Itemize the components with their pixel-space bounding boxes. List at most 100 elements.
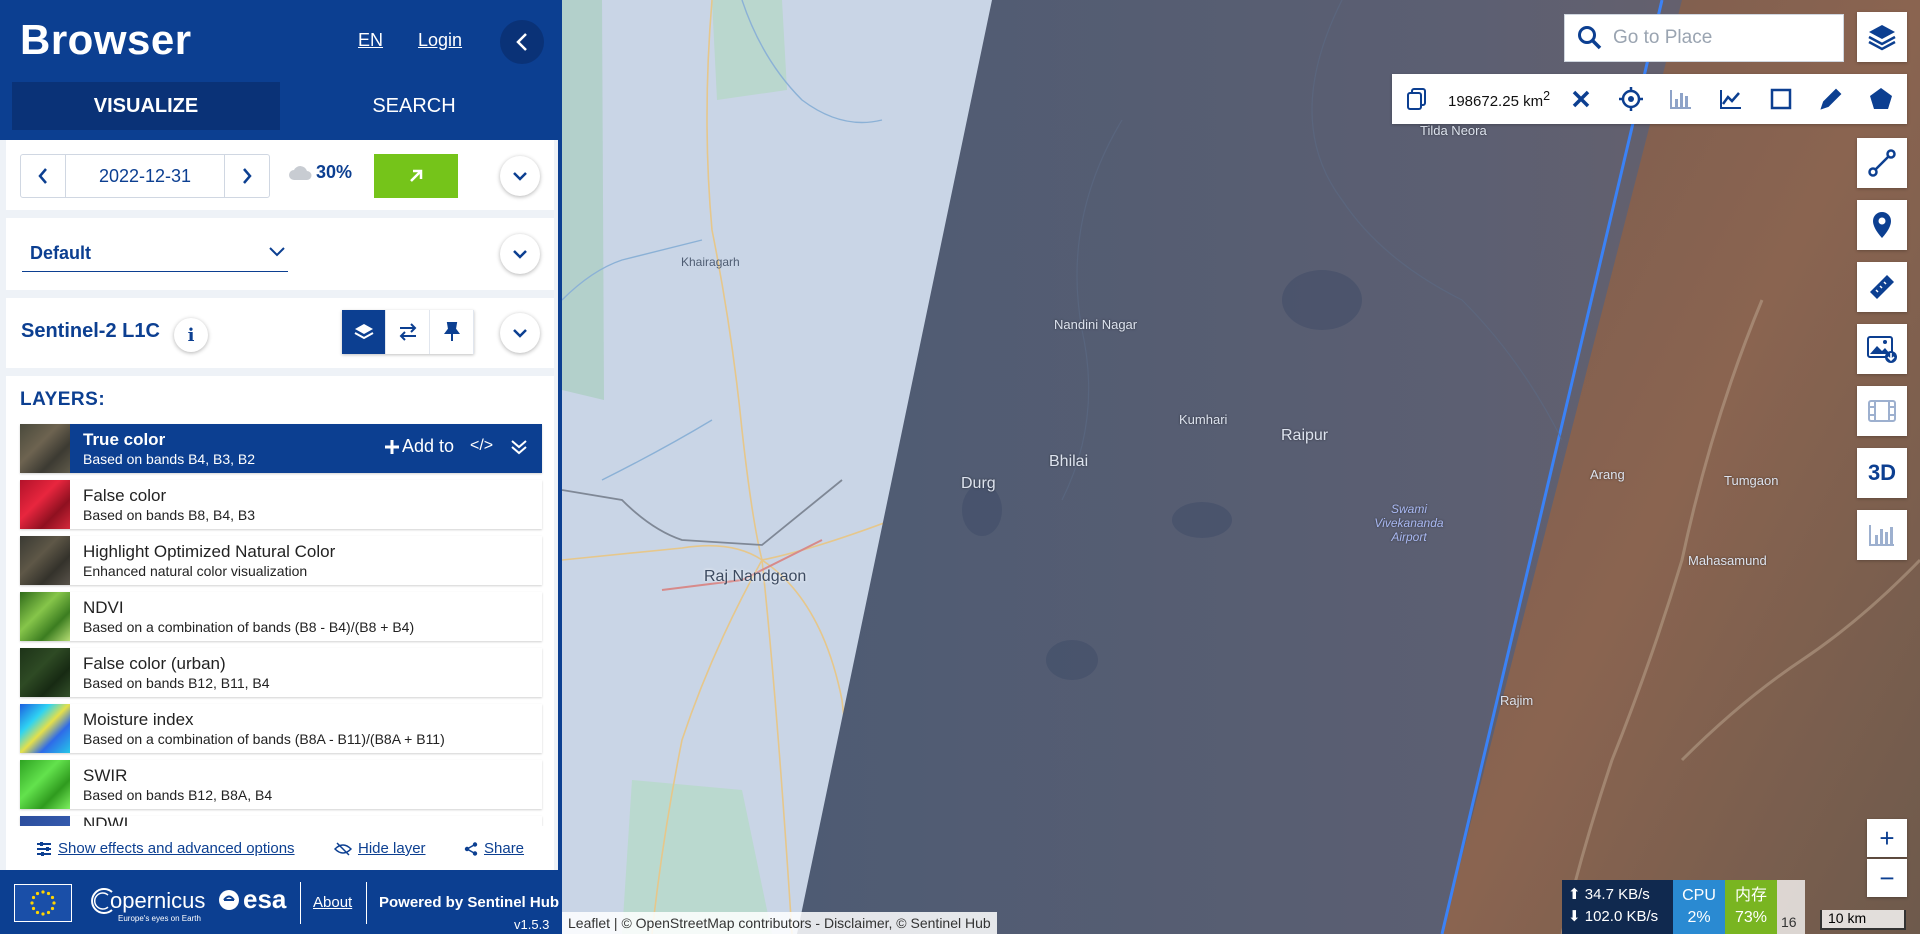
copernicus-logo: opernicus Europe's eyes on Earth <box>88 884 205 924</box>
eye-slash-icon <box>334 841 352 856</box>
info-button[interactable]: i <box>174 318 208 352</box>
go-to-place-input[interactable]: Go to Place <box>1564 14 1844 62</box>
layer-item[interactable]: SWIR Based on bands B12, B8A, B4 <box>20 760 542 809</box>
chevron-down-icon <box>513 172 527 181</box>
3d-view-button[interactable]: 3D <box>1857 448 1907 498</box>
draw-rectangle-button[interactable] <box>1756 74 1806 124</box>
base-layers-button[interactable] <box>1857 12 1907 62</box>
compare-button[interactable] <box>386 310 430 354</box>
zoom-out-button[interactable]: − <box>1867 859 1907 897</box>
draw-polygon-button[interactable] <box>1856 74 1906 124</box>
center-aoi-button[interactable] <box>1606 74 1656 124</box>
chevron-left-icon <box>516 33 527 51</box>
add-to-button[interactable]: Add to <box>384 436 454 457</box>
sidebar-content: Browser EN Login VISUALIZE SEARCH 2022-1… <box>0 0 558 934</box>
hide-layer-link[interactable]: Hide layer <box>334 840 426 857</box>
show-effects-label: Show effects and advanced options <box>58 840 295 857</box>
tab-visualize[interactable]: VISUALIZE <box>12 82 280 130</box>
cloud-icon <box>289 165 312 180</box>
layer-item[interactable]: False color (urban) Based on bands B12, … <box>20 648 542 697</box>
double-chevron-down-icon <box>511 440 527 455</box>
layer-description: Based on bands B8, B4, B3 <box>83 507 256 523</box>
cloud-coverage[interactable]: 30% <box>288 162 352 183</box>
layer-item[interactable]: Highlight Optimized Natural Color Enhanc… <box>20 536 542 585</box>
layer-thumbnail <box>20 536 70 585</box>
map-attribution[interactable]: Leaflet | © OpenStreetMap contributors -… <box>562 912 997 934</box>
pencil-icon <box>1820 88 1842 110</box>
esa-circle-icon <box>219 889 239 910</box>
expand-collection-button[interactable] <box>500 313 540 353</box>
show-effects-link[interactable]: Show effects and advanced options <box>36 840 295 857</box>
cloud-value: 30% <box>316 162 353 182</box>
measure-distance-button[interactable] <box>1857 262 1907 312</box>
login-link[interactable]: Login <box>418 30 462 51</box>
date-input[interactable]: 2022-12-31 <box>65 155 225 197</box>
layer-item[interactable]: True color Based on bands B4, B3, B2 Add… <box>20 424 542 473</box>
prev-date-button[interactable] <box>21 155 65 197</box>
chevron-right-icon <box>243 168 252 184</box>
plus-icon <box>385 439 399 454</box>
compare-chart-button[interactable] <box>1857 510 1907 560</box>
layer-item[interactable]: NDWI <box>20 816 542 826</box>
layer-description: Based on a combination of bands (B8 - B4… <box>83 619 415 635</box>
version-text: v1.5.3 <box>514 917 550 932</box>
pin-button[interactable] <box>430 310 474 354</box>
histogram-button[interactable] <box>1656 74 1706 124</box>
map-place-label: Bhilai <box>1049 453 1089 470</box>
search-placeholder: Go to Place <box>1613 27 1713 48</box>
sliders-icon <box>37 841 51 856</box>
collapse-panel-button[interactable] <box>500 20 544 64</box>
network-speeds: ⬆ 34.7 KB/s ⬇ 102.0 KB/s <box>1562 880 1673 934</box>
date-picker: 2022-12-31 <box>20 154 270 198</box>
cpu-value: 2% <box>1687 909 1711 926</box>
share-link[interactable]: Share <box>464 840 524 857</box>
map-place-label: Kumhari <box>1179 412 1228 427</box>
layers-icon <box>354 324 373 340</box>
chevron-down-icon <box>269 247 285 257</box>
scale-bar: 10 km <box>1820 910 1906 930</box>
layer-item[interactable]: Moisture index Based on a combination of… <box>20 704 542 753</box>
expand-layer-button[interactable] <box>510 438 528 461</box>
layer-item[interactable]: NDVI Based on a combination of bands (B8… <box>20 592 542 641</box>
expand-theme-button[interactable] <box>500 234 540 274</box>
line-segment-icon <box>1868 149 1896 177</box>
line-chart-icon <box>1720 90 1742 109</box>
layer-name: True color <box>83 430 166 449</box>
language-selector[interactable]: EN <box>358 30 383 51</box>
layer-thumbnail <box>20 648 70 697</box>
theme-select[interactable]: Default <box>22 236 288 272</box>
search-icon <box>1578 26 1602 50</box>
chevron-down-icon <box>513 329 527 338</box>
bar-chart-icon <box>1670 90 1692 109</box>
map-view[interactable]: Khairagarh Nandini Nagar Kumhari Raipur … <box>562 0 1920 934</box>
sidebar-panel: Browser EN Login VISUALIZE SEARCH 2022-1… <box>0 0 562 934</box>
measure-line-button[interactable] <box>1857 138 1907 188</box>
timelapse-button[interactable] <box>1857 386 1907 436</box>
layer-item[interactable]: False color Based on bands B8, B4, B3 <box>20 480 542 529</box>
aoi-area-value: 198672.25 km <box>1448 92 1544 110</box>
image-download-button[interactable] <box>1857 324 1907 374</box>
poi-marker-button[interactable] <box>1857 200 1907 250</box>
search-tiles-button[interactable] <box>374 154 458 198</box>
statistics-button[interactable] <box>1706 74 1756 124</box>
edit-aoi-button[interactable] <box>1806 74 1856 124</box>
layers-view-button[interactable] <box>342 310 386 354</box>
chevron-down-icon <box>513 250 527 259</box>
map-place-label: Swami Vivekananda Airport <box>1374 502 1444 544</box>
hide-layer-label: Hide layer <box>358 840 426 857</box>
about-link[interactable]: About <box>313 894 352 911</box>
tab-search[interactable]: SEARCH <box>280 82 548 130</box>
expand-date-button[interactable] <box>500 156 540 196</box>
collection-title: Sentinel-2 L1C <box>21 320 160 342</box>
clear-aoi-button[interactable] <box>1556 74 1606 124</box>
map-place-label: Raj Nandgaon <box>704 568 807 585</box>
copy-aoi-button[interactable] <box>1392 74 1442 124</box>
aoi-area-unit: 2 <box>1543 88 1551 103</box>
film-icon <box>1868 400 1896 422</box>
layer-name: Highlight Optimized Natural Color <box>83 542 336 561</box>
footer-divider <box>366 882 367 924</box>
code-icon[interactable]: </> <box>470 437 493 455</box>
next-date-button[interactable] <box>225 155 269 197</box>
network-monitor-widget: ⬆ 34.7 KB/s ⬇ 102.0 KB/s CPU 2% 内存 73% 1… <box>1562 880 1805 934</box>
zoom-in-button[interactable]: + <box>1867 819 1907 857</box>
